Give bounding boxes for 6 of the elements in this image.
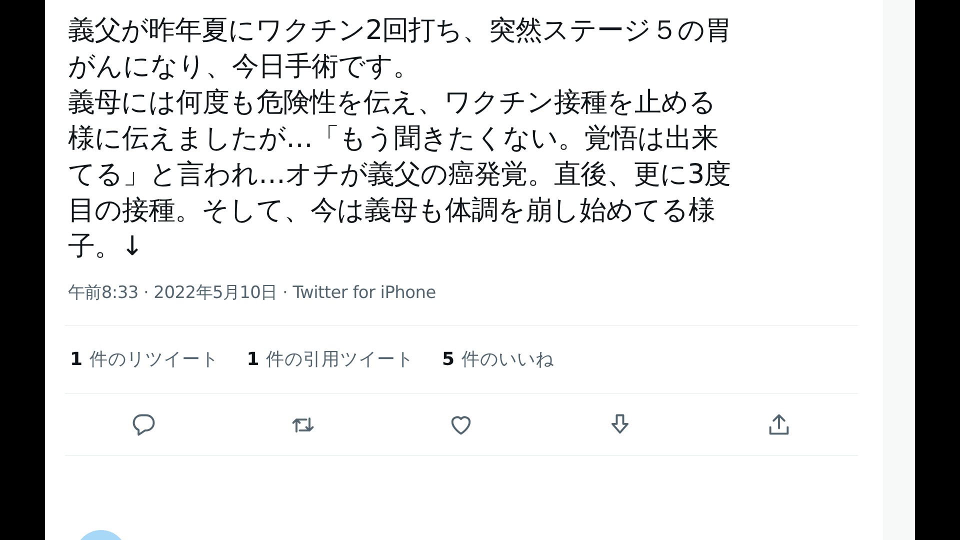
tweet-timestamp: 午前8:33 · 2022年5月10日 · Twitter for iPhone [68, 282, 437, 305]
engagement-count-link[interactable]: 1 件のリツイート [70, 346, 219, 372]
engagement-count-link[interactable]: 5 件のいいね [442, 346, 554, 372]
reply-icon [131, 412, 158, 438]
tweet-text: 義父が昨年夏にワクチン2回打ち、突然ステージ５の胃 がんになり、今日手術です。 義母には何度も危険性を伝え、ワクチン接種を止める 様に伝えましたが…「もう聞きたくない。覚悟は出来 てる」と言われ…オチが義父の癌発覚。直後、更に3度 目の接種。そして、今は義母も体調を崩し始めてる様 子。↓ [67, 14, 733, 264]
engagement-count-link[interactable]: 1 件の引用ツイート [246, 346, 414, 372]
